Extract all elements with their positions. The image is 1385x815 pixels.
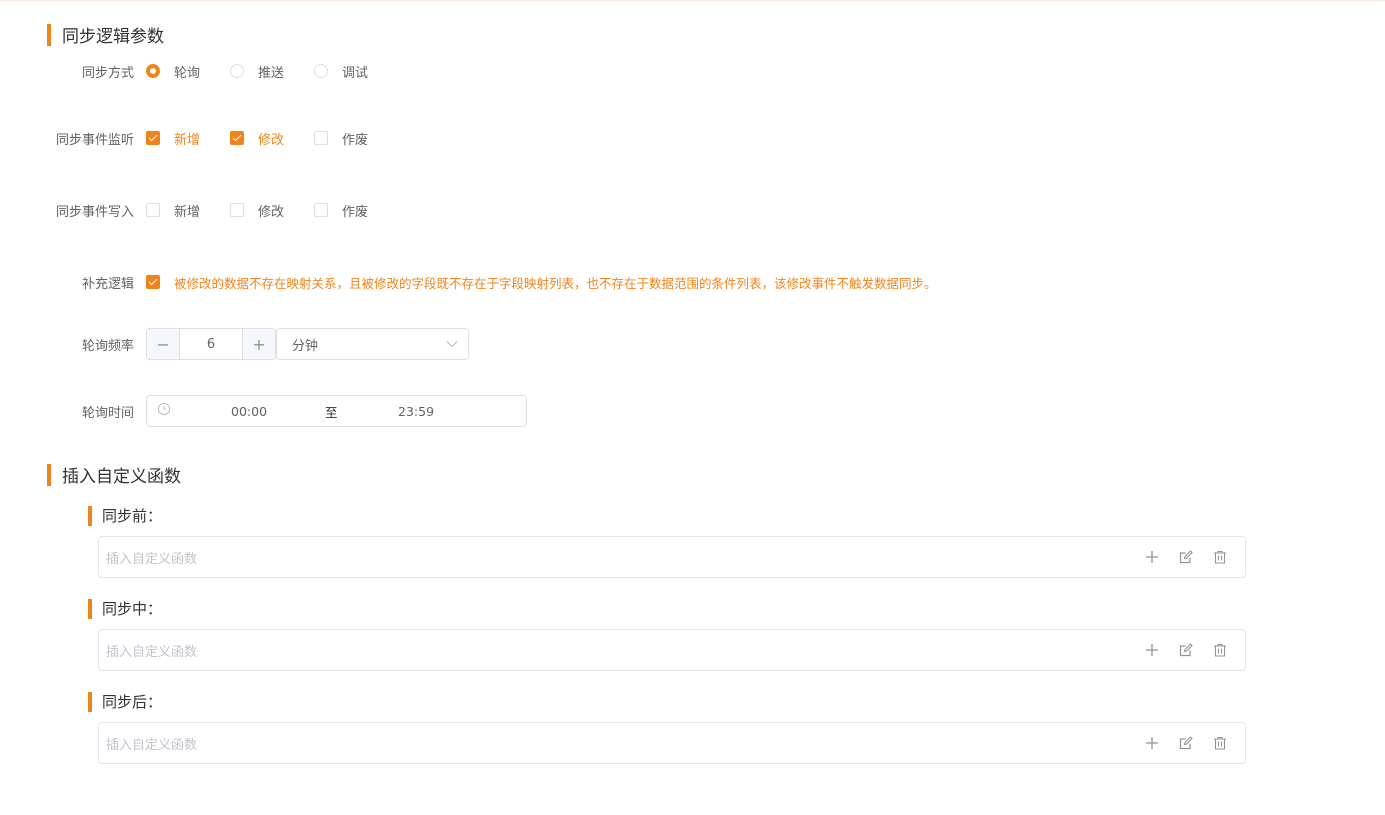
edit-icon[interactable] [1169, 733, 1203, 753]
unit-select[interactable]: 分钟 [276, 328, 469, 360]
subsection-title-text: 同步前： [102, 507, 163, 525]
start-time-input[interactable]: 00:00 [231, 404, 267, 419]
radio-button[interactable] [230, 64, 245, 78]
supplement-checkbox[interactable] [146, 275, 160, 289]
edit-icon[interactable] [1169, 547, 1203, 567]
radio-label: 调试 [342, 65, 369, 81]
supplement-label: 补充逻辑 [81, 276, 134, 292]
poll-time-label: 轮询时间 [81, 405, 134, 421]
edit-icon[interactable] [1169, 640, 1203, 660]
plus-icon[interactable] [1135, 547, 1169, 567]
increment-button[interactable]: + [242, 329, 275, 359]
section-title-text: 插入自定义函数 [62, 467, 181, 487]
section-title-text: 同步逻辑参数 [62, 27, 164, 47]
title-accent-bar [88, 598, 92, 619]
checkbox-listen-add[interactable]: 新增 [146, 129, 200, 148]
clock-icon [157, 402, 171, 420]
function-placeholder[interactable]: 插入自定义函数 [106, 548, 1135, 567]
poll-frequency-label: 轮询频率 [81, 338, 134, 354]
subsection-title-text: 同步中： [102, 600, 163, 618]
range-separator: 至 [325, 404, 338, 420]
function-box-before[interactable]: 插入自定义函数 [98, 536, 1246, 578]
radio-option-poll[interactable]: 轮询 [146, 62, 200, 81]
radio-label: 轮询 [174, 65, 201, 81]
checkbox-listen-void[interactable]: 作废 [314, 129, 368, 148]
title-accent-bar [47, 463, 51, 486]
checkbox[interactable] [146, 131, 160, 145]
stepper-value[interactable]: 6 [180, 337, 242, 352]
checkbox[interactable] [314, 131, 329, 145]
checkbox-label: 修改 [258, 132, 285, 148]
event-listen-row: 同步事件监听 新增 修改 作废 [0, 126, 368, 150]
subsection-title-during: 同步中： [88, 598, 162, 619]
checkbox-label: 修改 [258, 204, 285, 220]
checkbox-listen-modify[interactable]: 修改 [230, 129, 284, 148]
checkbox[interactable] [146, 203, 160, 217]
checkbox-write-modify[interactable]: 修改 [230, 201, 284, 220]
decrement-button[interactable]: − [147, 329, 180, 359]
title-accent-bar [88, 505, 92, 526]
plus-icon[interactable] [1135, 640, 1169, 660]
radio-label: 推送 [258, 65, 285, 81]
radio-button[interactable] [314, 64, 329, 78]
checkbox-write-add[interactable]: 新增 [146, 201, 200, 220]
checkbox-label: 作废 [342, 132, 369, 148]
function-placeholder[interactable]: 插入自定义函数 [106, 641, 1135, 660]
subsection-title-before: 同步前： [88, 505, 162, 526]
end-time-input[interactable]: 23:59 [398, 404, 434, 419]
radio-option-push[interactable]: 推送 [230, 62, 284, 81]
checkbox-label: 作废 [342, 204, 369, 220]
chevron-down-icon [446, 337, 458, 352]
checkbox-label: 新增 [174, 204, 201, 220]
supplement-note: 被修改的数据不存在映射关系，且被修改的字段既不存在于字段映射列表，也不存在于数据… [174, 275, 937, 291]
title-accent-bar [47, 23, 51, 46]
radio-option-debug[interactable]: 调试 [314, 62, 368, 81]
radio-button[interactable] [146, 64, 160, 78]
checkbox-label: 新增 [174, 132, 201, 148]
function-placeholder[interactable]: 插入自定义函数 [106, 734, 1135, 753]
event-listen-label: 同步事件监听 [55, 132, 134, 148]
supplement-row: 补充逻辑 被修改的数据不存在映射关系，且被修改的字段既不存在于字段映射列表，也不… [0, 270, 937, 294]
trash-icon[interactable] [1203, 547, 1237, 567]
sync-mode-label: 同步方式 [81, 65, 134, 81]
title-accent-bar [88, 691, 92, 712]
poll-time-row: 轮询时间 00:00 至 23:59 [0, 395, 527, 427]
plus-icon[interactable] [1135, 733, 1169, 753]
section-title-custom-functions: 插入自定义函数 [47, 462, 181, 487]
poll-frequency-stepper: − 6 + [146, 328, 276, 360]
checkbox[interactable] [230, 131, 245, 145]
event-write-row: 同步事件写入 新增 修改 作废 [0, 198, 368, 222]
checkbox[interactable] [314, 203, 329, 217]
unit-select-value: 分钟 [292, 338, 319, 354]
sync-mode-row: 同步方式 轮询 推送 调试 [0, 59, 368, 83]
subsection-title-after: 同步后： [88, 691, 162, 712]
function-box-during[interactable]: 插入自定义函数 [98, 629, 1246, 671]
checkbox-write-void[interactable]: 作废 [314, 201, 368, 220]
function-box-after[interactable]: 插入自定义函数 [98, 722, 1246, 764]
event-write-label: 同步事件写入 [55, 204, 134, 220]
subsection-title-text: 同步后： [102, 693, 163, 711]
section-title-sync-params: 同步逻辑参数 [47, 22, 164, 47]
poll-frequency-row: 轮询频率 − 6 + 分钟 [0, 328, 469, 360]
trash-icon[interactable] [1203, 733, 1237, 753]
trash-icon[interactable] [1203, 640, 1237, 660]
time-range-picker[interactable]: 00:00 至 23:59 [146, 395, 527, 427]
top-divider [0, 0, 1385, 2]
checkbox[interactable] [230, 203, 245, 217]
